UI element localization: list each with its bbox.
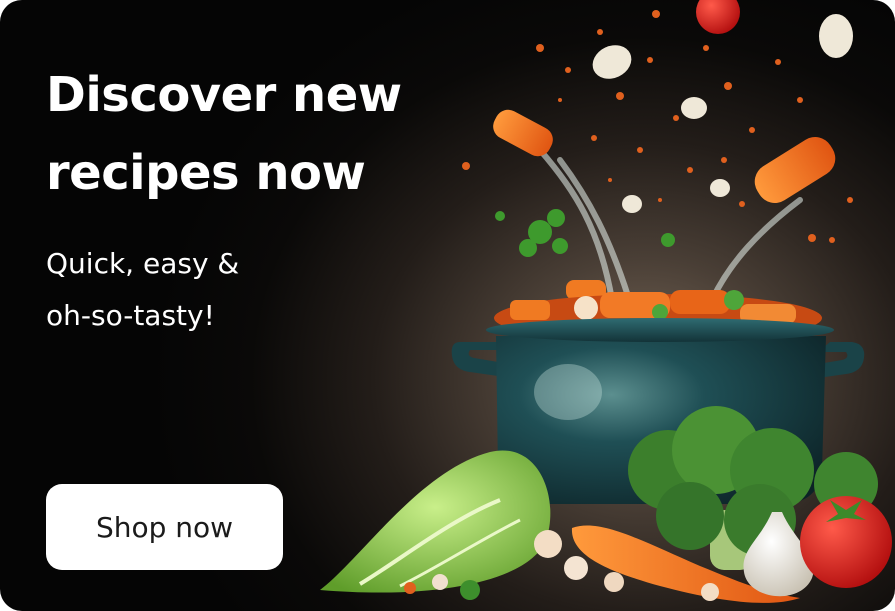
headline-line-1: Discover new bbox=[46, 67, 402, 123]
subheadline: Quick, easy & oh-so-tasty! bbox=[46, 238, 239, 342]
shop-now-button[interactable]: Shop now bbox=[46, 484, 283, 570]
tomato-icon bbox=[696, 0, 740, 34]
recipe-promo-banner: Discover new recipes now Quick, easy & o… bbox=[0, 0, 895, 611]
lettuce-icon bbox=[320, 450, 551, 593]
headline: Discover new recipes now bbox=[46, 56, 486, 212]
headline-line-2: recipes now bbox=[46, 145, 366, 201]
subheadline-line-2: oh-so-tasty! bbox=[46, 299, 215, 332]
subheadline-line-1: Quick, easy & bbox=[46, 247, 240, 280]
tomato-icon bbox=[800, 496, 892, 588]
flying-bits bbox=[592, 14, 853, 213]
carrot-icon bbox=[493, 109, 836, 300]
